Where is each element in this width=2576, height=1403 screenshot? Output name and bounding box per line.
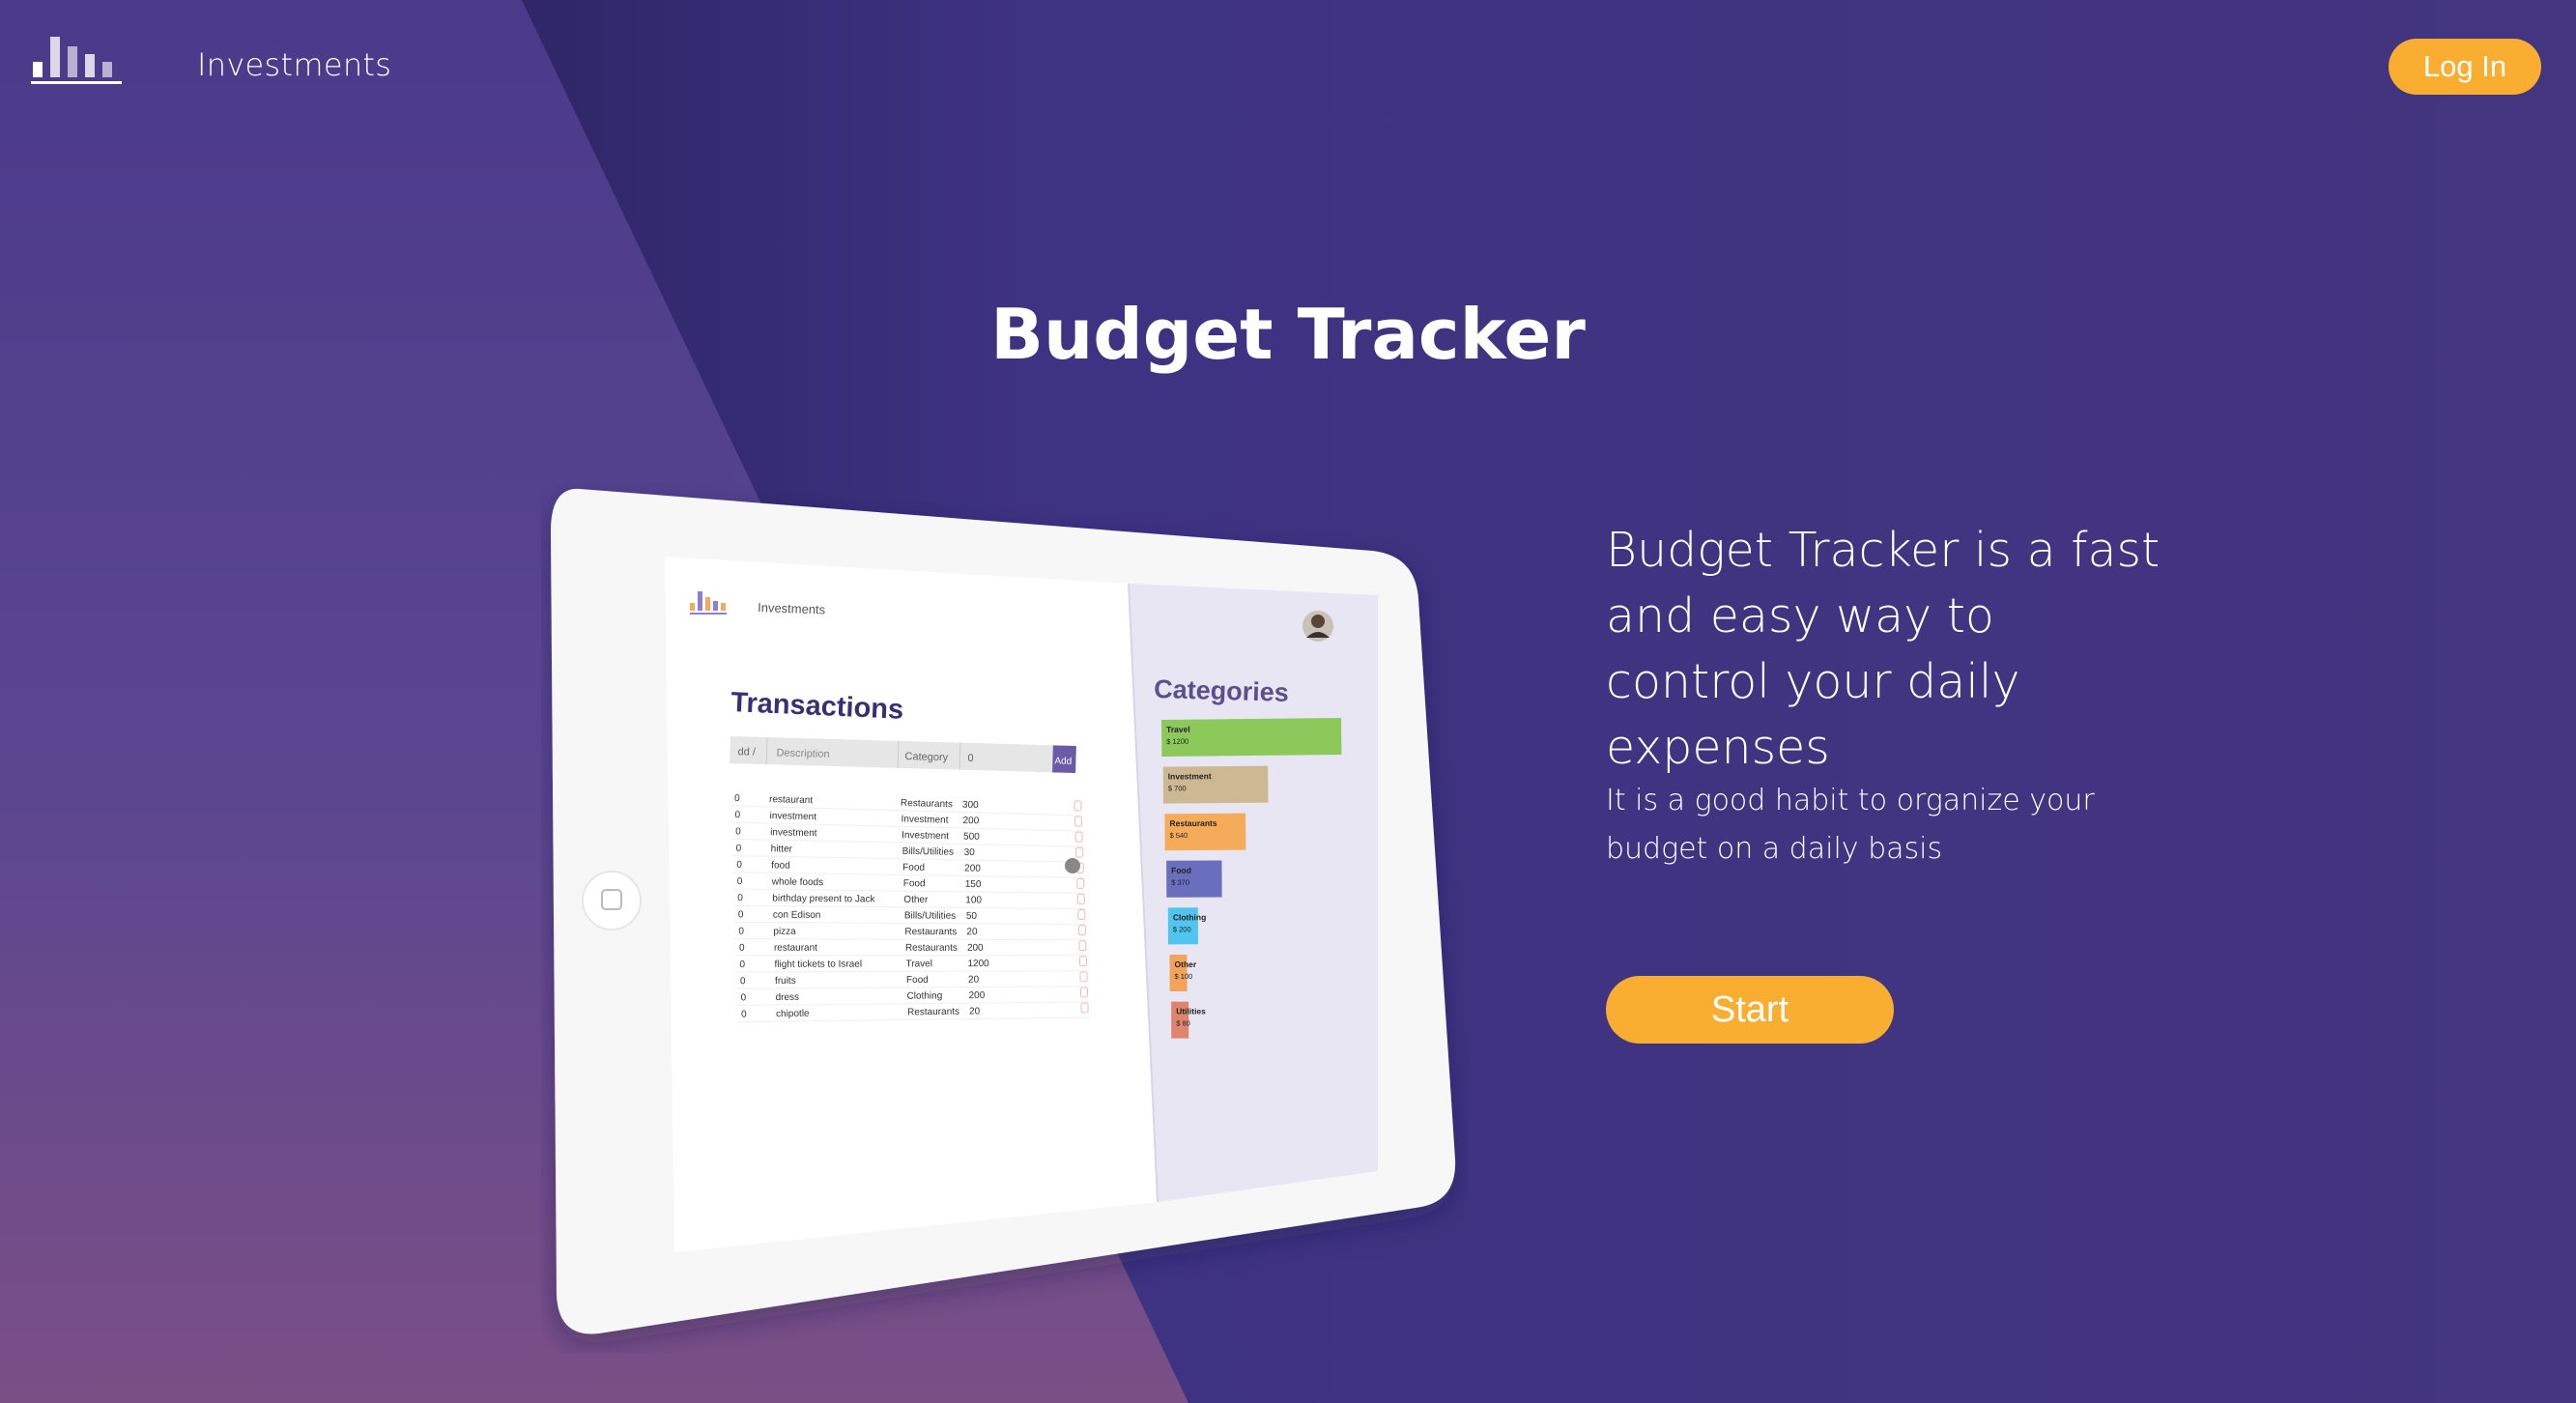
page-title: Budget Tracker [990,294,1586,375]
row-amount: 20 [969,1006,981,1016]
row-amount: 200 [964,863,981,873]
header-amount: 0 [967,753,973,764]
category-name: Investment [1168,771,1212,781]
category-bar[interactable]: Restaurants $ 540 [1164,813,1246,851]
category-amount: $ 540 [1170,831,1188,840]
row-amount: 200 [962,816,979,826]
nav-investments-link[interactable]: Investments [197,46,391,83]
row-category: Restaurants [905,943,958,954]
subline: It is a good habit to organize your budg… [1606,784,2095,866]
bar-chart-logo-icon[interactable] [31,33,124,89]
category-bar[interactable]: Travel $ 1200 [1161,718,1342,757]
row-amount: 20 [968,975,980,986]
row-day: 0 [735,826,741,837]
row-category: Bills/Utilities [904,910,956,921]
row-amount: 100 [965,895,982,905]
categories-title: Categories [1154,674,1289,707]
row-description: fruits [775,976,796,987]
row-category: Restaurants [907,1007,959,1018]
header-category: Category [904,751,948,763]
category-name: Travel [1166,725,1190,734]
row-description: restaurant [774,943,817,954]
row-description: birthday present to Jack [772,894,875,905]
header-day: dd / [737,746,757,759]
row-amount: 200 [967,943,984,954]
top-navigation: Investments Log In [0,0,2576,135]
row-description: pizza [773,927,796,937]
category-amount: $ 700 [1168,784,1187,792]
row-description: restaurant [769,794,814,806]
category-amount: $ 80 [1176,1019,1190,1028]
avatar [1302,611,1333,642]
row-category: Restaurants [904,927,957,937]
row-category: Food [902,862,925,873]
row-category: Travel [905,959,931,969]
scrollbar-thumb [1065,858,1080,873]
row-description: flight tickets to Israel [774,959,862,970]
row-day: 0 [739,943,745,954]
row-category: Investment [901,814,948,825]
category-name: Food [1171,866,1191,875]
row-category: Other [903,895,929,905]
row-description: investment [770,827,817,839]
tablet-mockup: Investments Transactions dd / Descriptio… [541,483,1469,1353]
login-button[interactable]: Log In [2389,39,2541,95]
row-amount: 150 [965,879,982,890]
header-description: Description [776,747,829,760]
row-category: Restaurants [901,798,953,811]
row-day: 0 [736,860,742,871]
row-day: 0 [738,927,744,937]
row-description: investment [769,811,816,822]
row-category: Investment [902,830,949,842]
category-amount: $ 370 [1171,878,1189,887]
row-day: 0 [737,876,743,887]
row-category: Clothing [907,990,943,1001]
category-name: Clothing [1173,912,1207,922]
row-category: Bills/Utilities [902,846,955,858]
row-description: chipotle [776,1009,810,1019]
row-day: 0 [736,844,742,854]
row-day: 0 [739,959,745,970]
category-name: Other [1175,959,1197,969]
category-amount: $ 1200 [1166,737,1188,746]
category-amount: $ 100 [1175,972,1193,981]
row-day: 0 [737,893,743,903]
screen-brand: Investments [758,600,826,616]
row-day: 0 [738,909,744,920]
add-button-label: Add [1054,756,1072,766]
row-day: 0 [740,976,746,987]
start-button[interactable]: Start [1606,976,1894,1044]
row-amount: 200 [969,990,986,1001]
home-button [582,871,642,931]
row-day: 0 [741,1010,747,1020]
row-amount: 1200 [967,959,989,969]
row-description: hitter [771,844,793,854]
row-description: dress [776,992,800,1003]
row-amount: 50 [966,911,978,922]
row-day: 0 [734,810,740,820]
row-amount: 500 [963,832,980,843]
row-description: con Edison [773,910,821,921]
category-bar[interactable]: Food $ 370 [1166,860,1222,898]
row-category: Food [903,878,926,889]
row-category: Food [906,975,929,986]
row-amount: 30 [964,847,976,858]
row-amount: 300 [962,800,979,811]
row-description: food [771,860,790,871]
row-amount: 20 [966,927,978,937]
category-name: Utilities [1176,1007,1206,1016]
tagline: Budget Tracker is a fast and easy way to… [1606,523,2161,775]
row-day: 0 [741,992,747,1003]
row-description: whole foods [771,876,824,888]
category-name: Restaurants [1169,818,1216,828]
category-bar[interactable]: Investment $ 700 [1162,765,1269,804]
category-amount: $ 200 [1173,925,1191,933]
row-day: 0 [734,793,740,804]
